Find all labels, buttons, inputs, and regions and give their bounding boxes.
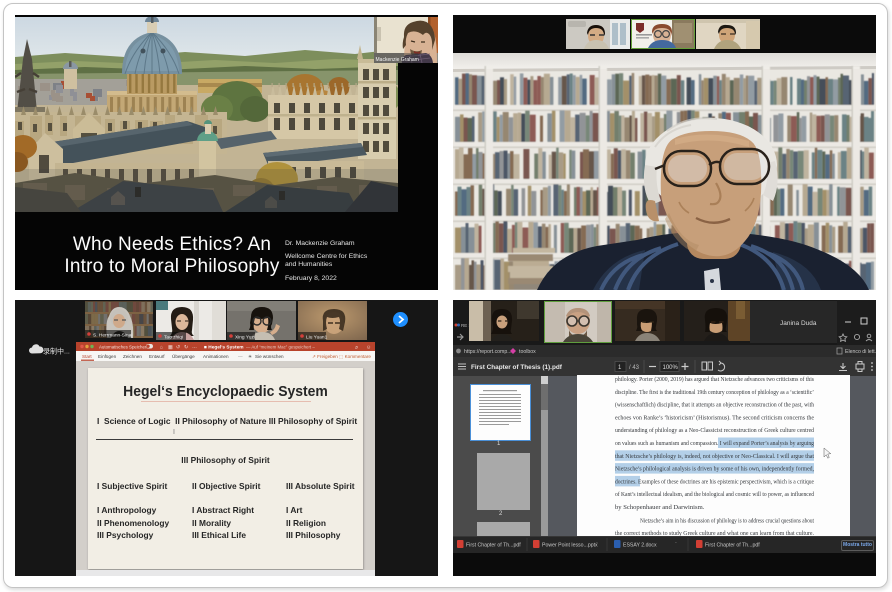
- svg-text:■ Hegel's System: ■ Hegel's System: [204, 344, 244, 350]
- svg-text:Sie wünschen: Sie wünschen: [255, 354, 284, 359]
- svg-text:↗ Freigeben: ↗ Freigeben: [312, 354, 338, 359]
- svg-text:▦: ▦: [168, 345, 173, 351]
- svg-text:ˇ: ˇ: [758, 543, 760, 549]
- svg-text:First Chapter of Th...pdf: First Chapter of Th...pdf: [705, 543, 760, 549]
- svg-text:that Nietzsche’s philology is,: that Nietzsche’s philology is, indeed, n…: [615, 453, 814, 460]
- svg-text:↺: ↺: [176, 345, 180, 351]
- svg-text:Übergänge: Übergänge: [172, 353, 195, 359]
- svg-text:录制中...: 录制中...: [43, 347, 70, 356]
- svg-text:Liu Yuan1: Liu Yuan1: [306, 335, 328, 341]
- svg-text:Mackenzie Graham: Mackenzie Graham: [376, 57, 419, 63]
- svg-text:Einfügen: Einfügen: [98, 354, 117, 359]
- svg-text:Power Point lesso...pptx: Power Point lesso...pptx: [542, 543, 598, 549]
- svg-text:First Chapter of Th...pdf: First Chapter of Th...pdf: [466, 543, 521, 549]
- svg-text:ˇ: ˇ: [675, 543, 677, 549]
- svg-text:↻: ↻: [184, 345, 188, 351]
- svg-text:of Kant’s intellectual idealis: of Kant’s intellectual idealism, and the…: [615, 491, 815, 498]
- svg-text:discipline. The first is the t: discipline. The first is the traditional…: [615, 389, 814, 396]
- svg-text:on values such as humanism and: on values such as humanism and compassio…: [615, 440, 815, 447]
- svg-text:Tao zhiqi: Tao zhiqi: [164, 335, 183, 341]
- svg-text:(wissenschaftlich) discipline,: (wissenschaftlich) discipline, that it a…: [615, 402, 815, 409]
- svg-text:S. Herrmann-Sinai: S. Herrmann-Sinai: [93, 333, 132, 339]
- svg-text:philology. Porter (2000, 2019): philology. Porter (2000, 2019) has argue…: [615, 376, 814, 383]
- svg-text:echoes von Ranke’s ‘historicis: echoes von Ranke’s ‘historicism’ (Histor…: [615, 414, 814, 421]
- svg-text:Zeichnen: Zeichnen: [123, 354, 142, 359]
- svg-text:Nietzsche’s aim in his discuss: Nietzsche’s aim in his discussion of phi…: [640, 517, 814, 524]
- svg-text:— Auf “meinem Mac” gespeichert: — Auf “meinem Mac” gespeichert –: [246, 344, 315, 349]
- svg-text:by Schopenhauer and Darwinism.: by Schopenhauer and Darwinism.: [615, 504, 705, 511]
- svg-text:—: —: [238, 354, 243, 359]
- svg-text:Nietzsche’s philological analy: Nietzsche’s philological analysis is dri…: [615, 466, 814, 473]
- svg-text:Entwurf: Entwurf: [149, 354, 165, 359]
- svg-text:Automatisches Speichern: Automatisches Speichern: [99, 344, 149, 349]
- svg-text:ESSAY 2.docx: ESSAY 2.docx: [623, 543, 657, 549]
- svg-text:⌕: ⌕: [355, 345, 358, 351]
- svg-text:ˇ: ˇ: [596, 543, 598, 549]
- svg-text:understanding of philology as: understanding of philology as a Neo-Clas…: [615, 427, 815, 434]
- svg-text:⌂: ⌂: [160, 345, 163, 351]
- svg-text:⬚ Kommentare: ⬚ Kommentare: [339, 354, 371, 359]
- svg-text:☺: ☺: [366, 345, 371, 351]
- svg-text:ˇ: ˇ: [519, 543, 521, 549]
- svg-text:Start: Start: [82, 354, 92, 359]
- svg-text:doctrines. Examples of these d: doctrines. Examples of these doctrines a…: [615, 478, 814, 485]
- svg-text:…: …: [192, 344, 197, 350]
- svg-text:Xing Yuzi: Xing Yuzi: [235, 335, 255, 341]
- svg-text:Animationen: Animationen: [203, 354, 229, 359]
